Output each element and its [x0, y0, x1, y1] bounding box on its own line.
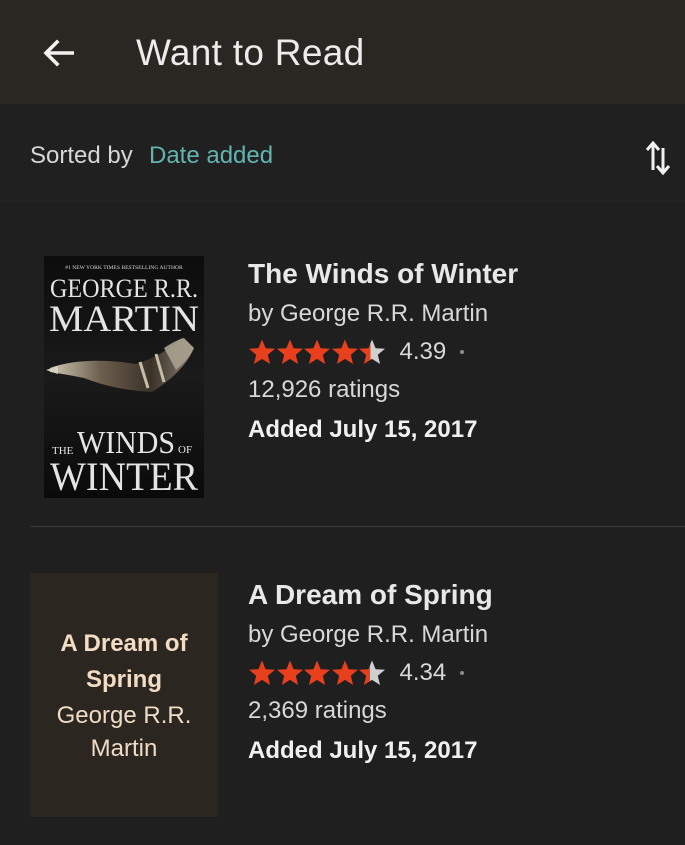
- app-bar: Want to Read: [0, 0, 685, 104]
- book-list-item[interactable]: A Dream of Spring George R.R. Martin A D…: [0, 527, 685, 845]
- date-added: Added July 15, 2017: [248, 737, 478, 764]
- star-icon: [276, 660, 303, 685]
- rating-row: 4.39: [248, 336, 518, 368]
- book-cover-placeholder[interactable]: A Dream of Spring George R.R. Martin: [30, 573, 218, 817]
- star-icon: [331, 660, 358, 685]
- star-rating: [248, 659, 386, 687]
- cover-title-winter: WINTER: [50, 454, 198, 498]
- star-icon: [331, 339, 358, 364]
- ratings-count: 2,369 ratings: [248, 697, 387, 724]
- book-list-item[interactable]: #1 NEW YORK TIMES BESTSELLING AUTHOR GEO…: [0, 202, 685, 526]
- date-added: Added July 15, 2017: [248, 416, 478, 443]
- sort-order-toggle[interactable]: [640, 138, 676, 178]
- star-icon: [276, 339, 303, 364]
- book-title[interactable]: A Dream of Spring: [248, 579, 493, 611]
- star-icon: [304, 339, 330, 364]
- cover-tagline: #1 NEW YORK TIMES BESTSELLING AUTHOR: [65, 265, 183, 271]
- cover-placeholder-author: George R.R. Martin: [56, 701, 192, 762]
- book-author[interactable]: by George R.R. Martin: [248, 621, 493, 649]
- average-rating: 4.34: [399, 659, 447, 686]
- ratings-count: 12,926 ratings: [248, 376, 401, 403]
- star-rating: [248, 338, 386, 366]
- page-title: Want to Read: [136, 32, 365, 73]
- sort-bar: Sorted by Date added: [0, 104, 685, 202]
- sort-swap-icon: [645, 140, 671, 176]
- separator-dot: [460, 350, 465, 354]
- star-icon: [249, 660, 275, 685]
- rating-row: 4.34: [248, 657, 493, 689]
- star-icon: [359, 339, 385, 364]
- star-icon: [359, 660, 385, 685]
- cover-placeholder-title: A Dream of Spring: [60, 629, 188, 693]
- book-title[interactable]: The Winds of Winter: [248, 258, 518, 290]
- book-author[interactable]: by George R.R. Martin: [248, 300, 518, 328]
- star-icon: [304, 660, 330, 685]
- sort-label: Sorted by: [30, 142, 133, 169]
- sort-option-link[interactable]: Date added: [149, 142, 273, 170]
- star-icon: [249, 339, 275, 364]
- back-button[interactable]: [34, 30, 84, 76]
- arrow-left-icon: [43, 39, 74, 67]
- book-info: A Dream of Spring by George R.R. Martin …: [248, 579, 493, 765]
- average-rating: 4.39: [399, 338, 447, 365]
- winds-of-winter-cover-art: #1 NEW YORK TIMES BESTSELLING AUTHOR GEO…: [44, 256, 204, 499]
- cover-author-line2: MARTIN: [49, 299, 199, 340]
- separator-dot: [460, 671, 465, 675]
- book-info: The Winds of Winter by George R.R. Marti…: [248, 258, 518, 444]
- book-cover-image[interactable]: #1 NEW YORK TIMES BESTSELLING AUTHOR GEO…: [44, 256, 204, 499]
